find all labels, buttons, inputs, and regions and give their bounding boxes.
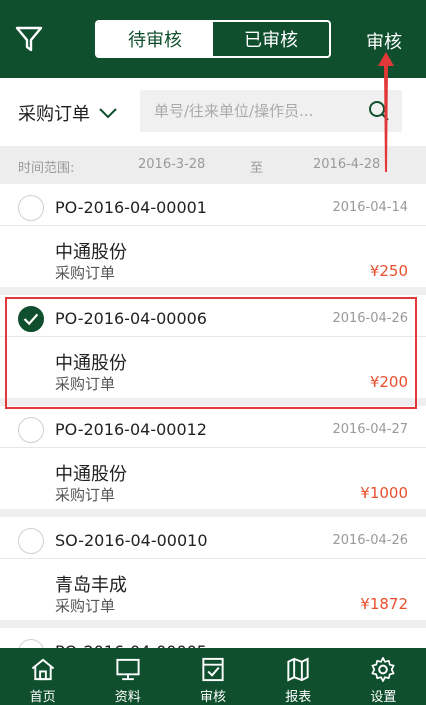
order-list: PO-2016-04-00001 2016-04-14 中通股份 采购订单 ¥2… xyxy=(0,184,426,705)
order-type: 采购订单 xyxy=(55,486,116,504)
order-date: 2016-04-27 xyxy=(332,422,408,437)
nav-review-label: 审核 xyxy=(200,690,227,705)
order-amount: ¥1000 xyxy=(360,484,408,502)
map-icon xyxy=(287,657,309,682)
review-button[interactable]: 审核 xyxy=(366,28,402,54)
company-name: 中通股份 xyxy=(55,242,127,263)
review-status-tabs: 待审核 已审核 xyxy=(95,20,331,58)
doc-type-label: 采购订单 xyxy=(18,104,90,125)
search-bar: 采购订单 xyxy=(0,78,426,146)
company-name: 青岛丰成 xyxy=(55,575,127,596)
date-range-label: 时间范围: xyxy=(18,161,75,176)
order-number: SO-2016-04-00010 xyxy=(55,531,208,550)
company-name: 中通股份 xyxy=(55,464,127,485)
search-input[interactable] xyxy=(140,90,355,132)
tab-reviewed[interactable]: 已审核 xyxy=(213,22,329,56)
nav-review[interactable]: 审核 xyxy=(170,648,255,705)
date-end[interactable]: 2016-4-28 xyxy=(313,157,380,172)
order-type: 采购订单 xyxy=(55,264,116,282)
nav-settings[interactable]: 设置 xyxy=(341,648,426,705)
nav-settings-label: 设置 xyxy=(370,690,397,705)
checklist-icon xyxy=(202,657,224,682)
doc-type-dropdown[interactable]: 采购订单 xyxy=(18,100,118,126)
selection-highlight xyxy=(5,297,417,409)
date-range-row[interactable]: 时间范围: 2016-3-28 至 2016-4-28 xyxy=(0,146,426,184)
order-type: 采购订单 xyxy=(55,597,116,615)
list-item[interactable]: SO-2016-04-00010 2016-04-26 青岛丰成 采购订单 ¥1… xyxy=(0,517,426,620)
date-start[interactable]: 2016-3-28 xyxy=(138,157,205,172)
date-separator: 至 xyxy=(250,161,264,176)
list-item[interactable]: PO-2016-04-00012 2016-04-27 中通股份 采购订单 ¥1… xyxy=(0,406,426,509)
filter-icon[interactable] xyxy=(14,24,44,54)
gear-icon xyxy=(371,657,395,682)
order-date: 2016-04-14 xyxy=(332,200,408,215)
tab-pending[interactable]: 待审核 xyxy=(97,22,213,56)
order-number: PO-2016-04-00001 xyxy=(55,198,207,217)
annotation-arrow xyxy=(378,52,394,172)
nav-report-label: 报表 xyxy=(285,690,312,705)
select-radio[interactable] xyxy=(18,195,44,221)
nav-home[interactable]: 首页 xyxy=(0,648,85,705)
home-icon xyxy=(31,658,54,681)
list-item[interactable]: PO-2016-04-00001 2016-04-14 中通股份 采购订单 ¥2… xyxy=(0,184,426,287)
monitor-icon xyxy=(116,658,140,681)
select-radio[interactable] xyxy=(18,417,44,443)
order-amount: ¥250 xyxy=(369,262,408,280)
order-number: PO-2016-04-00012 xyxy=(55,420,207,439)
search-box xyxy=(140,90,402,132)
nav-home-label: 首页 xyxy=(29,690,56,705)
bottom-nav: 首页 资料 审核 报表 设置 xyxy=(0,648,426,705)
order-amount: ¥1872 xyxy=(360,595,408,613)
top-bar: 待审核 已审核 审核 xyxy=(0,0,426,78)
select-radio[interactable] xyxy=(18,528,44,554)
nav-report[interactable]: 报表 xyxy=(256,648,341,705)
chevron-down-icon xyxy=(99,108,117,119)
nav-data[interactable]: 资料 xyxy=(85,648,170,705)
nav-data-label: 资料 xyxy=(114,690,141,705)
order-date: 2016-04-26 xyxy=(332,533,408,548)
